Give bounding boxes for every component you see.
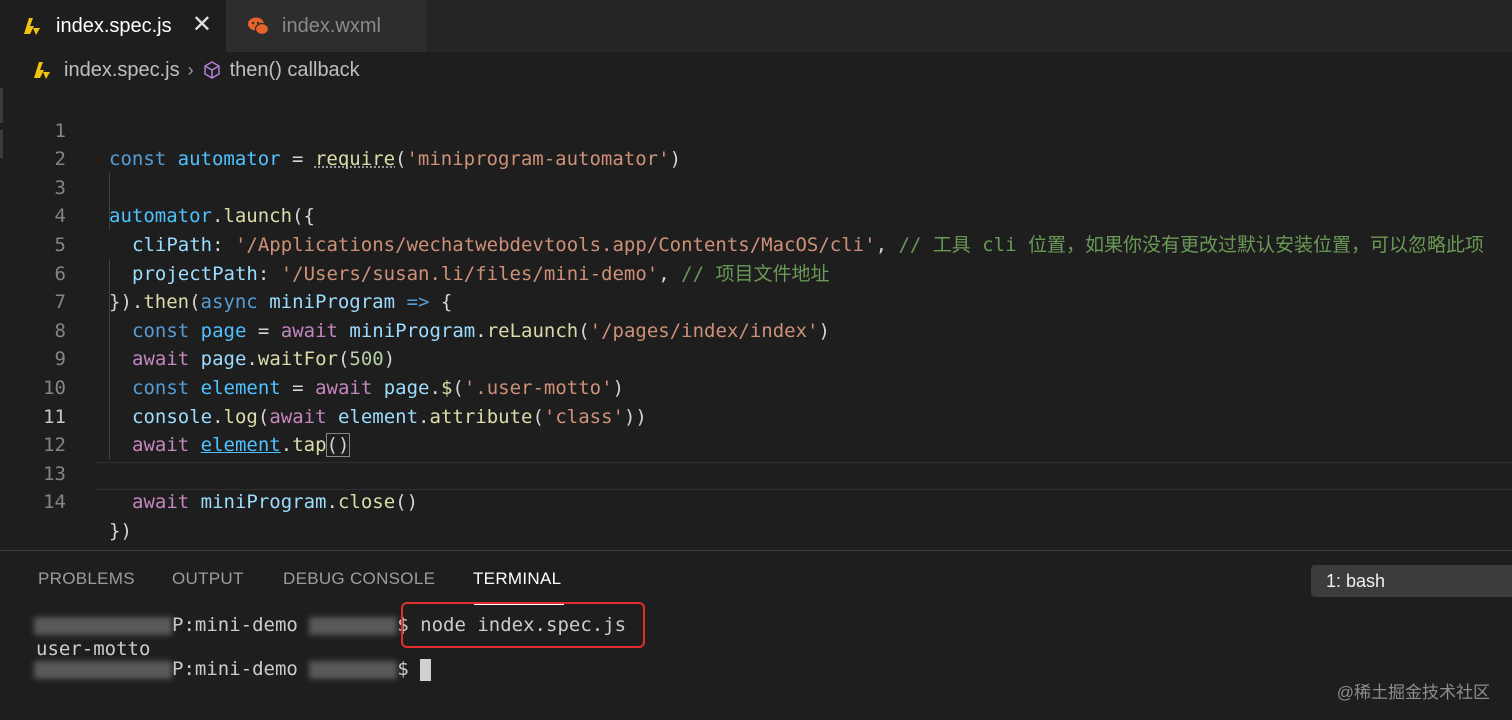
watermark: @稀土掘金技术社区 — [1337, 678, 1490, 703]
editor-tab-bar: index.spec.js ✕ index.wxml — [0, 0, 1512, 52]
breadcrumb: index.spec.js › then() callback — [0, 52, 1512, 88]
tab-problems[interactable]: PROBLEMS — [38, 569, 135, 589]
prompt-text: $ — [397, 658, 420, 680]
tab-terminal[interactable]: TERMINAL — [473, 569, 561, 589]
code-line: 11 await element.tap() — [0, 374, 1512, 403]
code-line: 10 console.log(await element.attribute('… — [0, 345, 1512, 374]
token: miniProgram — [201, 491, 327, 513]
code-line: 8 await page.waitFor(500) — [0, 288, 1512, 317]
redacted-text — [34, 617, 172, 635]
line-number: 14 — [0, 488, 66, 517]
code-line: 14 }) — [0, 460, 1512, 489]
tab-debug-console[interactable]: DEBUG CONSOLE — [283, 569, 435, 589]
tab-index-wxml[interactable]: index.wxml — [226, 0, 426, 52]
tab-index-spec-js[interactable]: index.spec.js ✕ — [0, 0, 226, 52]
token: }) — [109, 520, 132, 542]
code-line: 5 projectPath: '/Users/susan.li/files/mi… — [0, 202, 1512, 231]
highlight-box — [401, 602, 645, 648]
code-line: 13 await miniProgram.close() — [0, 431, 1512, 460]
javascript-icon — [20, 14, 44, 38]
token — [189, 491, 200, 513]
redacted-text — [34, 661, 172, 679]
tab-label: index.spec.js — [56, 15, 172, 38]
code-line: 4 cliPath: '/Applications/wechatwebdevto… — [0, 174, 1512, 203]
token: close — [338, 491, 395, 513]
token: . — [327, 491, 338, 513]
code-line: 6 }).then(async miniProgram => { — [0, 231, 1512, 260]
tab-output[interactable]: OUTPUT — [172, 569, 244, 589]
redacted-text — [309, 661, 397, 679]
tab-label: index.wxml — [282, 15, 381, 38]
prompt-text: P:mini-demo — [172, 658, 309, 680]
token: () — [395, 491, 418, 513]
code-line: 12 — [0, 403, 1512, 432]
wechat-icon — [246, 14, 270, 38]
redacted-text — [309, 617, 397, 635]
code-line: 2 — [0, 117, 1512, 146]
chevron-right-icon: › — [188, 60, 194, 81]
code-line: 1 const automator = require('miniprogram… — [0, 88, 1512, 117]
code-line: 3 automator.launch({ — [0, 145, 1512, 174]
prompt-text: P:mini-demo — [172, 614, 309, 636]
close-icon[interactable]: ✕ — [192, 13, 212, 37]
code-text: await miniProgram.close() — [132, 488, 418, 517]
code-editor[interactable]: 1 const automator = require('miniprogram… — [0, 88, 1512, 548]
breadcrumb-symbol[interactable]: then() callback — [230, 59, 360, 82]
code-line: 9 const element = await page.$('.user-mo… — [0, 317, 1512, 346]
terminal-select[interactable]: 1: bash — [1311, 565, 1512, 597]
cube-symbol-icon — [202, 60, 222, 80]
bottom-panel: PROBLEMS OUTPUT DEBUG CONSOLE TERMINAL 1… — [0, 550, 1512, 720]
token: await — [132, 491, 189, 513]
code-line: 7 const page = await miniProgram.reLaunc… — [0, 260, 1512, 289]
breadcrumb-file[interactable]: index.spec.js — [64, 59, 180, 82]
terminal-cursor — [420, 659, 431, 681]
code-text: }) — [109, 517, 132, 546]
javascript-icon — [30, 58, 54, 82]
terminal-line: P:mini-demo $ — [34, 657, 1134, 681]
